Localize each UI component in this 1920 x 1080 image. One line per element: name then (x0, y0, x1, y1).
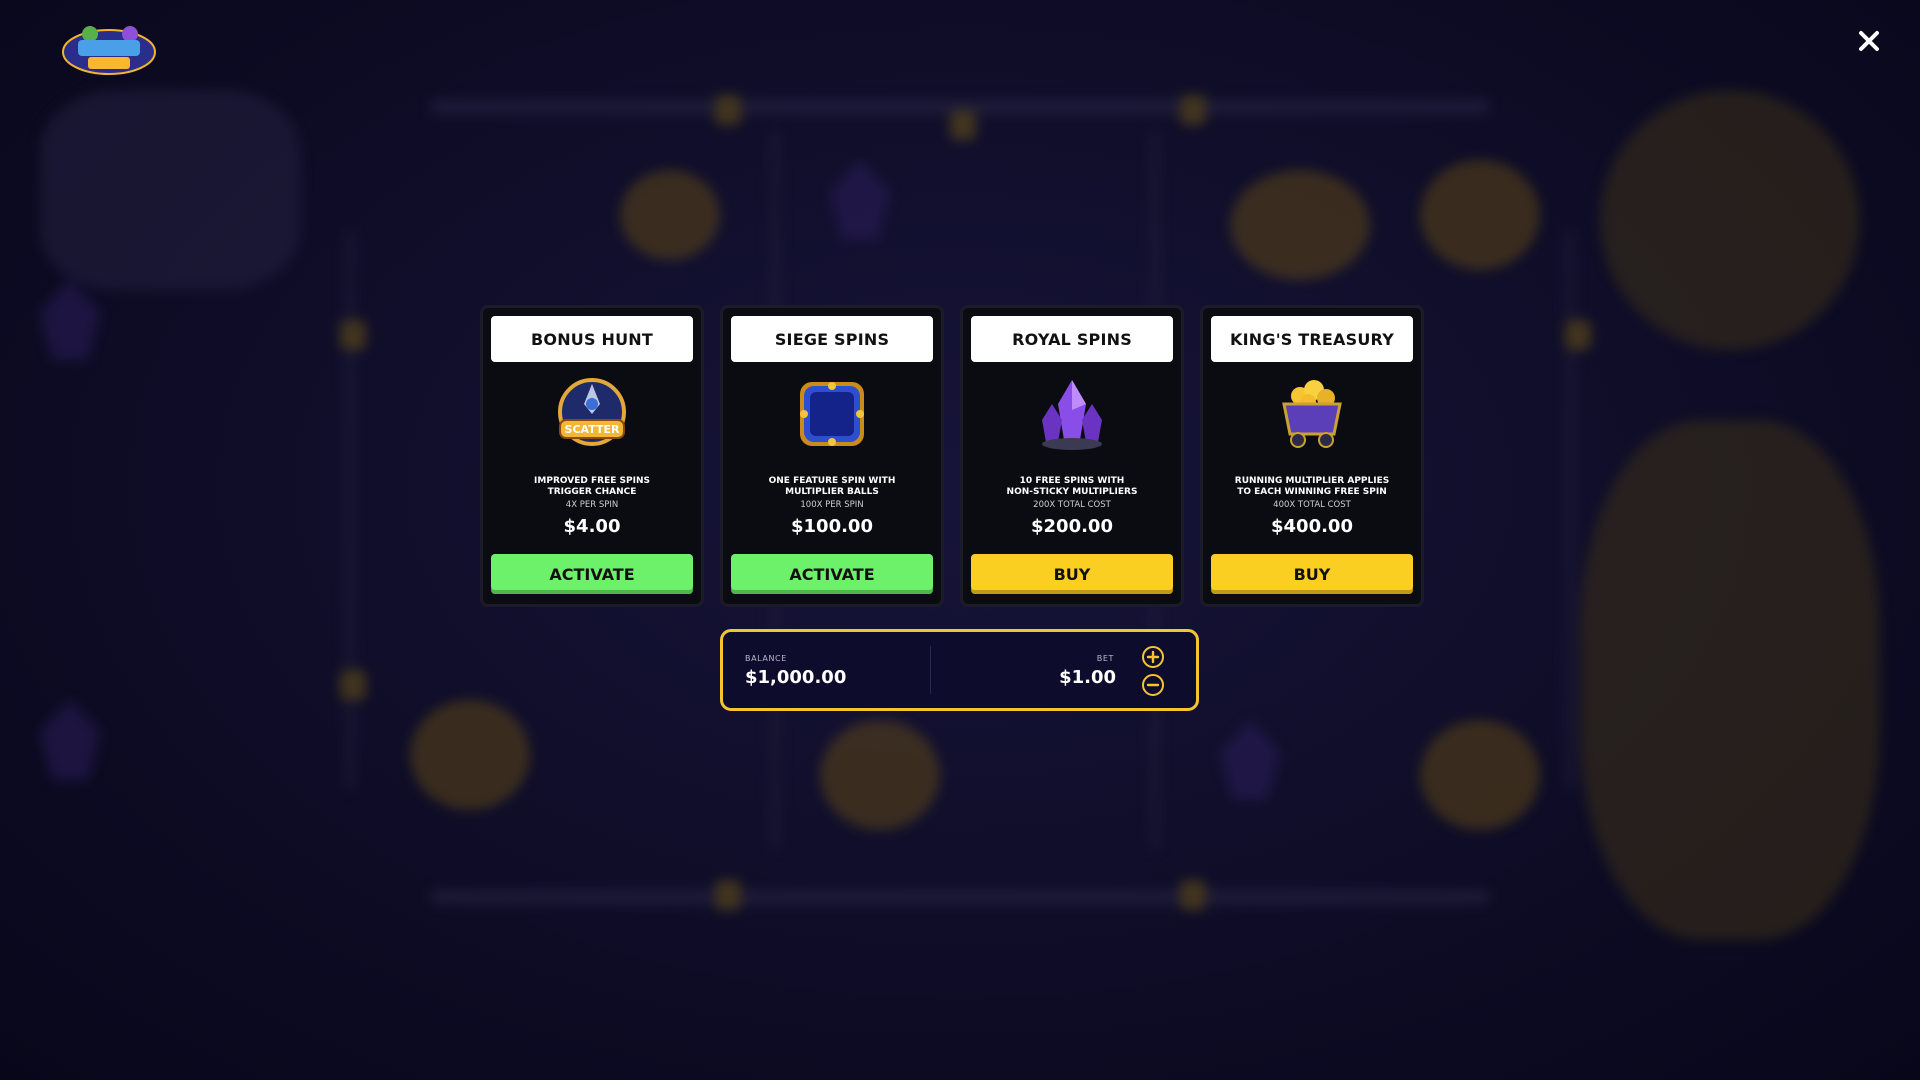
card-price: $400.00 (1271, 516, 1353, 537)
card-title: BONUS HUNT (491, 316, 693, 362)
card-title: SIEGE SPINS (731, 316, 933, 362)
close-icon (1859, 31, 1879, 51)
card-price: $200.00 (1031, 516, 1113, 537)
card-price: $100.00 (791, 516, 873, 537)
purple-crystal-icon (1042, 380, 1102, 450)
space-miner-logo-icon (62, 26, 156, 75)
bet-value: $1.00 (1059, 667, 1116, 688)
card-description: RUNNING MULTIPLIER APPLIES TO EACH WINNI… (1234, 476, 1390, 497)
card-description: 10 FREE SPINS WITH NON-STICKY MULTIPLIER… (1006, 476, 1138, 497)
game-logo (60, 22, 158, 78)
card-description: ONE FEATURE SPIN WITH MULTIPLIER BALLS (768, 476, 896, 497)
card-title: KING'S TREASURY (1211, 316, 1413, 362)
buy-button[interactable]: BUY (1211, 554, 1413, 594)
balance-bet-panel: BALANCE $1,000.00 BET $1.00 (720, 629, 1199, 711)
minus-icon (1142, 674, 1164, 696)
scatter-icon: SCATTER (558, 378, 626, 446)
gold-cart-icon (1282, 380, 1342, 448)
bet-increase-button[interactable] (1141, 645, 1165, 669)
close-button[interactable] (1852, 24, 1886, 58)
card-royal-spins: ROYAL SPINS 10 FREE SPINS WITH NON-STICK… (960, 305, 1184, 607)
blue-gem-icon (800, 382, 864, 446)
bet-label: BET (1096, 654, 1114, 663)
card-kings-treasury: KING'S TREASURY RUNNING MULTIPLIER APPLI… (1200, 305, 1424, 607)
card-siege-spins: SIEGE SPINS ONE FEATURE SPIN WITH MULTIP… (720, 305, 944, 607)
card-description: IMPROVED FREE SPINS TRIGGER CHANCE (534, 476, 650, 497)
card-cost-note: 400X TOTAL COST (1273, 500, 1351, 510)
card-cost-note: 4X PER SPIN (565, 500, 619, 510)
svg-text:SCATTER: SCATTER (565, 423, 620, 436)
activate-button[interactable]: ACTIVATE (731, 554, 933, 594)
card-price: $4.00 (563, 516, 621, 537)
feature-buy-cards: BONUS HUNT SCATTER IMPROVED FREE SPINS T… (480, 305, 1424, 607)
panel-divider (930, 646, 931, 694)
card-title: ROYAL SPINS (971, 316, 1173, 362)
card-bonus-hunt: BONUS HUNT SCATTER IMPROVED FREE SPINS T… (480, 305, 704, 607)
balance-value: $1,000.00 (745, 667, 847, 688)
card-cost-note: 100X PER SPIN (800, 500, 864, 510)
activate-button[interactable]: ACTIVATE (491, 554, 693, 594)
buy-button[interactable]: BUY (971, 554, 1173, 594)
plus-icon (1142, 646, 1164, 668)
game-screen: BONUS HUNT SCATTER IMPROVED FREE SPINS T… (0, 0, 1920, 1080)
card-cost-note: 200X TOTAL COST (1033, 500, 1111, 510)
balance-label: BALANCE (745, 654, 787, 663)
bet-decrease-button[interactable] (1141, 673, 1165, 697)
